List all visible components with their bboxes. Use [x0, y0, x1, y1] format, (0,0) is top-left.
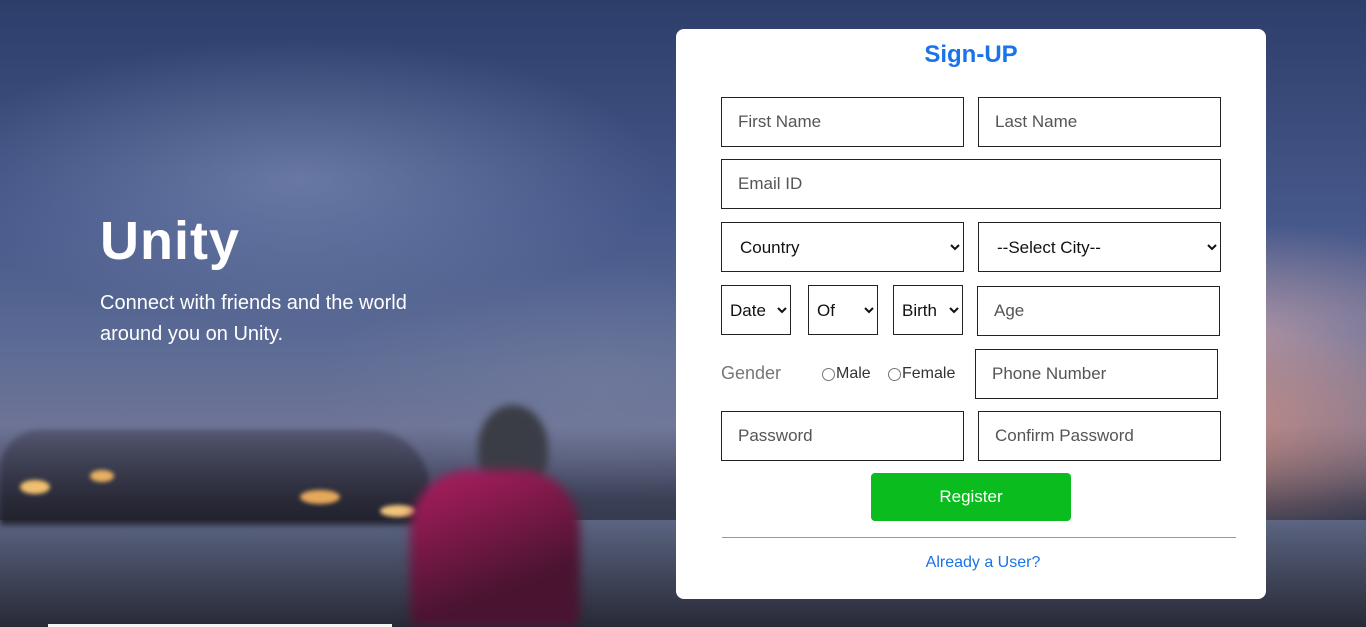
dob-date-select[interactable]: Date: [721, 285, 791, 335]
town-light: [300, 490, 340, 504]
already-user-link[interactable]: Already a User?: [676, 554, 1290, 572]
gender-male-label: Male: [836, 365, 871, 382]
first-name-input[interactable]: [721, 97, 964, 147]
town-light: [90, 470, 114, 482]
gender-male-radio[interactable]: [822, 367, 835, 381]
divider: [722, 537, 1236, 538]
dob-of-select[interactable]: Of: [808, 285, 878, 335]
city-select[interactable]: --Select City--: [978, 222, 1221, 272]
gender-male-option[interactable]: Male: [822, 365, 871, 383]
gender-female-label: Female: [902, 365, 956, 382]
last-name-input[interactable]: [978, 97, 1221, 147]
phone-input[interactable]: [975, 349, 1218, 399]
country-select[interactable]: Country: [721, 222, 964, 272]
gender-female-radio[interactable]: [888, 367, 901, 381]
background-town: [0, 430, 430, 525]
age-input[interactable]: [977, 286, 1220, 336]
town-light: [20, 480, 50, 494]
signup-card: Sign-UP Country --Select City-- Date Of …: [676, 29, 1266, 599]
town-light: [380, 505, 416, 517]
email-input[interactable]: [721, 159, 1221, 209]
gender-female-option[interactable]: Female: [888, 365, 955, 383]
register-button[interactable]: Register: [871, 473, 1071, 521]
confirm-password-input[interactable]: [978, 411, 1221, 461]
hero-title: Unity: [100, 211, 240, 271]
dob-birth-select[interactable]: Birth: [893, 285, 963, 335]
hero-subtitle: Connect with friends and the world aroun…: [100, 292, 407, 345]
gender-label: Gender: [721, 363, 782, 383]
signup-title: Sign-UP: [924, 41, 1018, 68]
password-input[interactable]: [721, 411, 964, 461]
person-body: [410, 470, 580, 627]
